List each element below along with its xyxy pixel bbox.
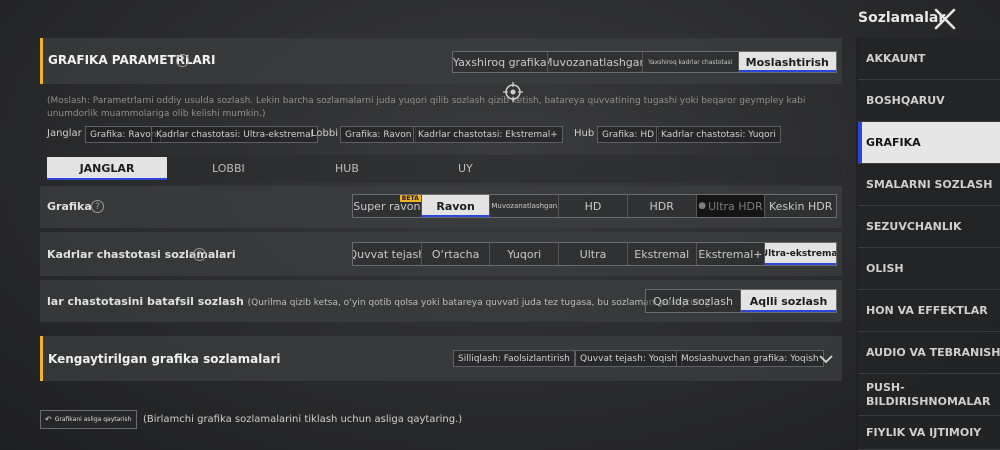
grafika-option-ultra-hdr[interactable]: ● Ultra HDR [696,195,766,217]
close-icon[interactable] [933,7,957,31]
advanced-chip-silliqlash: Silliqlash: Faolsizlantirish [453,350,575,367]
grafika-selector: Super ravon BETA Ravon Muvozanatlashgan … [352,194,837,218]
sidebar-item-olish[interactable]: OLISH [858,248,1000,290]
summary-hub-fps: Kadrlar chastotasi: Yuqori [656,126,781,143]
grafika-option-label: Ultra HDR [708,199,763,213]
tab-uy[interactable]: UY [458,162,473,175]
reset-description: (Birlamchi grafika sozlamalarini tiklash… [143,414,463,425]
reset-button-label: Grafikani asliga qaytarish [54,416,132,423]
fps-option-quvvat-tejash[interactable]: Quvvat tejash [353,243,422,265]
fps-option-ekstremal[interactable]: Ekstremal [627,243,697,265]
reset-button[interactable]: ↶ Grafikani asliga qaytarish [40,410,137,429]
fps-option-ultra-ekstremal[interactable]: Ultra-ekstremal [765,243,837,265]
preset-moslashtirish[interactable]: Moslashtirish [738,52,836,72]
help-icon[interactable]: ? [193,248,206,261]
sidebar-item-boshqaruv[interactable]: BOSHQARUV [858,80,1000,122]
tab-lobbi[interactable]: LOBBI [212,162,245,175]
grafika-label: Grafika [47,200,92,213]
preset-selector: Yaxshiroq grafika Muvozanatlashgan Yaxsh… [452,51,837,73]
params-accent [40,38,43,84]
summary-lobbi-grafika: Grafika: Ravon [340,126,417,143]
help-icon[interactable]: ? [91,200,104,213]
help-icon[interactable]: ? [176,54,189,67]
params-note: (Moslash: Parametrlarni oddiy usulda soz… [47,96,806,119]
grafika-option-ravon[interactable]: Ravon [421,195,491,217]
reset-icon: ↶ [45,415,52,424]
summary-janglar-label: Janglar [47,128,82,139]
tab-janglar[interactable]: JANGLAR [47,157,167,180]
preset-yaxshiroq-grafika[interactable]: Yaxshiroq grafika [453,52,548,72]
tab-hub[interactable]: HUB [335,162,359,175]
fps-option-ultra[interactable]: Ultra [559,243,628,265]
grafika-option-muvozanatlashgan[interactable]: Muvozanatlashgan [490,195,560,217]
detail-option-qolda[interactable]: Qo‘lda sozlash [646,290,741,312]
advanced-chip-quvvat: Quvvat tejash: Yoqish [575,350,683,367]
crosshair-icon [503,82,523,102]
advanced-title: Kengaytirilgan grafika sozlamalari [48,352,281,366]
grafika-option-keskin-hdr[interactable]: Keskin HDR [765,195,837,217]
sidebar-item-audio[interactable]: AUDIO VA TEBRANISH [858,332,1000,374]
sidebar-item-ijtimoiy[interactable]: FIYLIK VA IJTIMOIY [858,416,1000,450]
fps-label: Kadrlar chastotasi sozlamalari [47,248,236,261]
grafika-option-hdr[interactable]: HDR [627,195,697,217]
summary-lobbi-fps: Kadrlar chastotasi: Ekstremal+ [413,126,563,143]
detail-label-text: lar chastotasini batafsil sozlash [47,295,244,308]
fps-option-yuqori[interactable]: Yuqori [490,243,560,265]
fps-option-ekstremal-plus[interactable]: Ekstremal+ [696,243,766,265]
sidebar-item-sezuvchanlik[interactable]: SEZUVCHANLIK [858,206,1000,248]
beta-badge: BETA [399,195,421,202]
lock-icon: ● [698,201,707,211]
sidebar-item-akkaunt[interactable]: AKKAUNT [858,38,1000,80]
detail-label: lar chastotasini batafsil sozlash (Quril… [47,295,714,308]
advanced-accent [40,336,43,381]
grafika-option-hd[interactable]: HD [559,195,628,217]
fps-selector: Quvvat tejash O‘rtacha Yuqori Ultra Ekst… [352,242,837,266]
advanced-chip-moslashuvchan: Moslashuvchan grafika: Yoqish [676,350,824,367]
summary-hub-label: Hub [574,128,595,139]
detail-option-aqlli[interactable]: Aqlli sozlash [741,290,836,312]
sidebar-item-effektlar[interactable]: HON VA EFFEKTLAR [858,290,1000,332]
sidebar-item-tugmalar[interactable]: SMALARNI SOZLASH [858,164,1000,206]
params-title: GRAFIKA PARAMETRLARI [48,53,216,67]
grafika-option-super-ravon[interactable]: Super ravon BETA [353,195,422,217]
fps-option-ortacha[interactable]: O‘rtacha [421,243,491,265]
sidebar-item-grafika[interactable]: GRAFIKA [858,122,1000,164]
summary-janglar-grafika: Grafika: Ravon [85,126,162,143]
summary-janglar-fps: Kadrlar chastotasi: Ultra-ekstremal [151,126,319,143]
preset-kadrlar[interactable]: Yaxshiroq kadrlar chastotasi [643,52,739,72]
summary-hub-grafika: Grafika: HD [597,126,660,143]
detail-selector: Qo‘lda sozlash Aqlli sozlash [645,289,837,313]
detail-hint: (Qurilma qizib ketsa, o‘yin qotib qolsa … [247,298,714,308]
preset-muvozanatlashgan[interactable]: Muvozanatlashgan [547,52,644,72]
chevron-down-icon[interactable] [818,351,834,365]
summary-lobbi-label: Lobbi [311,128,338,139]
sidebar-item-push[interactable]: PUSH-BILDIRISHNOMALAR [858,374,1000,416]
